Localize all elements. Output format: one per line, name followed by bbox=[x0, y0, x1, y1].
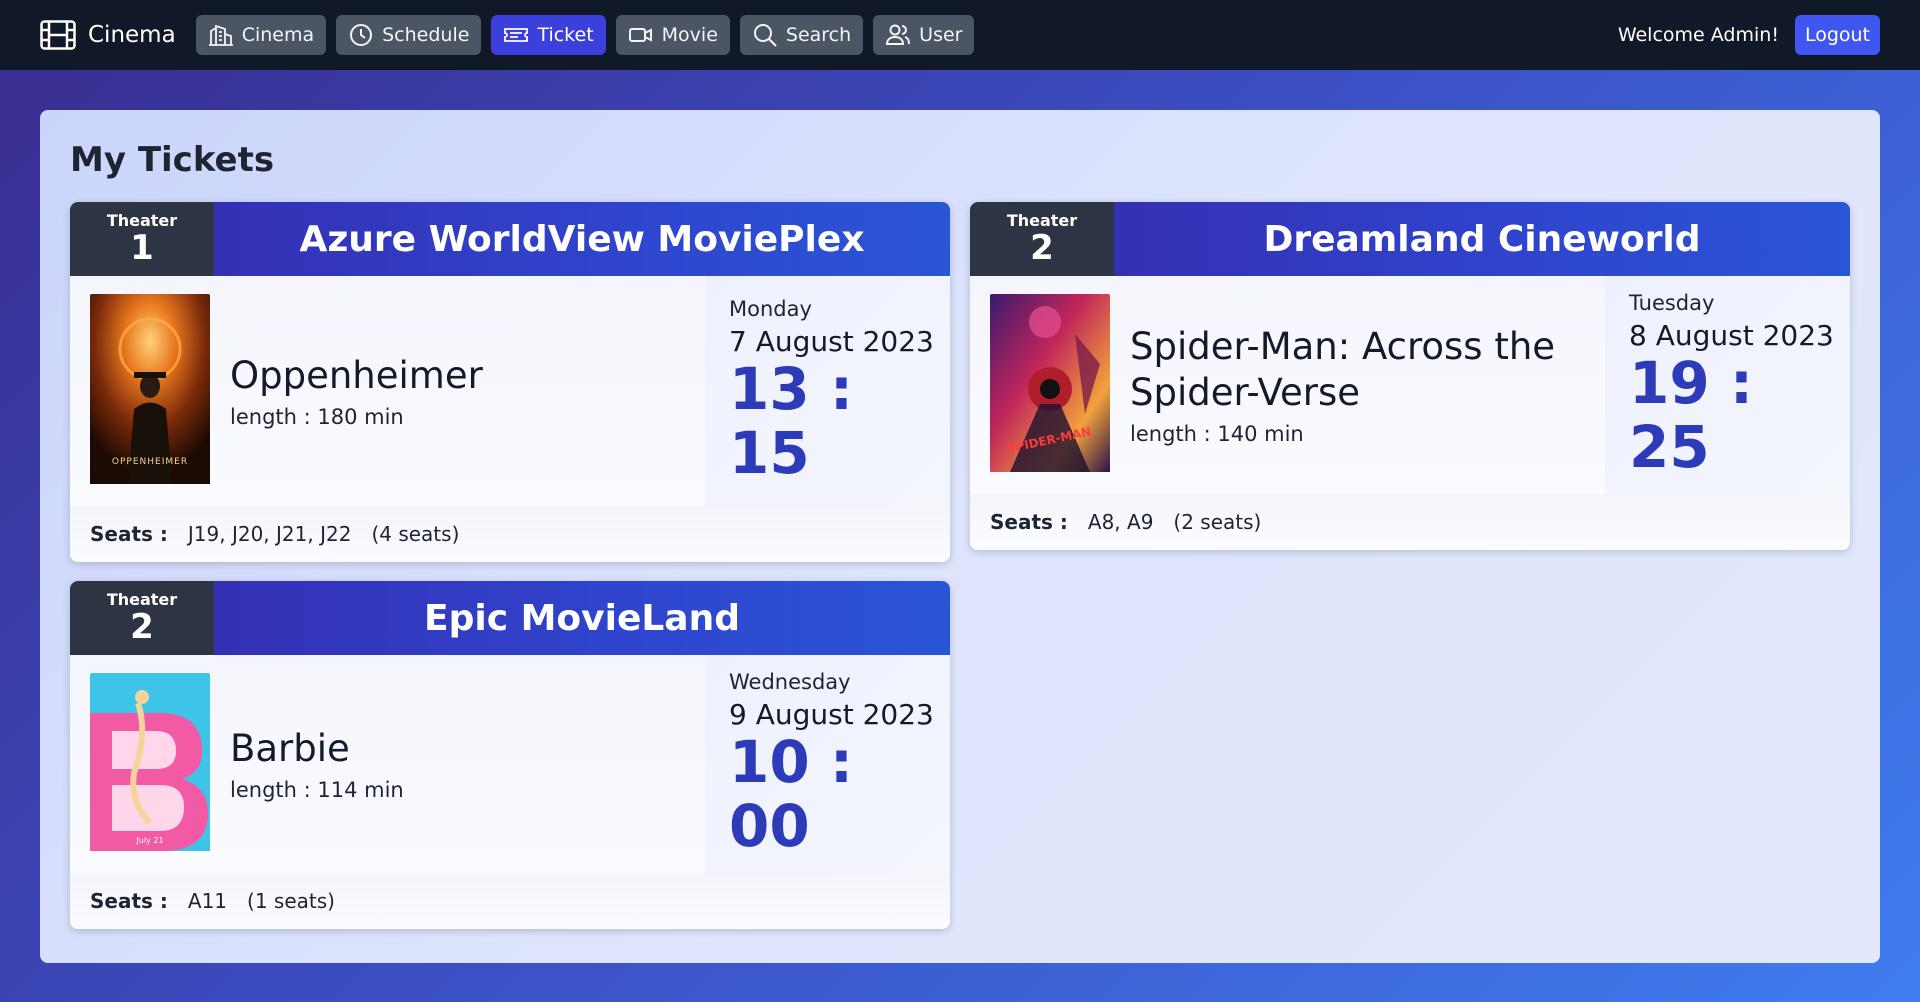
ticket-footer: Seats : J19, J20, J21, J22 (4 seats) bbox=[70, 506, 950, 562]
seats-label: Seats : bbox=[90, 522, 168, 546]
theater-number: 1 bbox=[130, 227, 154, 268]
page-title: My Tickets bbox=[70, 140, 275, 180]
ticket-card[interactable]: Theater 2 Epic MovieLand July 21 Barbie … bbox=[70, 581, 950, 929]
ticket-footer: Seats : A8, A9 (2 seats) bbox=[970, 494, 1850, 550]
show-day: Wednesday bbox=[729, 669, 851, 694]
nav-item-label: Cinema bbox=[241, 24, 315, 46]
movie-poster: SPIDER-MAN bbox=[990, 294, 1110, 476]
movie-poster: OPPENHEIMER bbox=[90, 294, 210, 488]
showtime-box: Wednesday 9 August 2023 10 : 00 bbox=[705, 655, 950, 873]
show-day: Monday bbox=[729, 296, 812, 321]
ticket-header: Theater 1 Azure WorldView MoviePlex bbox=[70, 202, 950, 276]
building-icon bbox=[208, 24, 233, 46]
nav-menu: Cinema Schedule Ticket Movie Search User bbox=[195, 15, 975, 55]
movie-length: length : 140 min bbox=[1130, 422, 1304, 447]
logout-button[interactable]: Logout bbox=[1794, 15, 1880, 55]
users-icon bbox=[886, 24, 911, 45]
theater-box: Theater 2 bbox=[70, 581, 214, 655]
show-date: 9 August 2023 bbox=[729, 697, 934, 731]
nav-right: Welcome Admin! Logout bbox=[1618, 15, 1880, 55]
movie-info: OPPENHEIMER Oppenheimer length : 180 min bbox=[70, 276, 705, 506]
showtime-box: Monday 7 August 2023 13 : 15 bbox=[705, 276, 950, 506]
seat-list: A11 bbox=[187, 889, 228, 913]
seats-label: Seats : bbox=[990, 510, 1068, 534]
ticket-card[interactable]: Theater 2 Dreamland Cineworld SPIDER-MAN… bbox=[970, 202, 1850, 550]
theater-label: Theater bbox=[1006, 210, 1078, 230]
movie-text: Oppenheimer length : 180 min bbox=[230, 353, 483, 429]
movie-length: length : 114 min bbox=[230, 778, 404, 803]
nav-item-label: Search bbox=[785, 24, 852, 46]
movie-info: SPIDER-MAN Spider-Man: Across the Spider… bbox=[970, 276, 1605, 494]
movie-poster: July 21 bbox=[90, 673, 210, 855]
seat-count: (1 seats) bbox=[247, 889, 335, 913]
seat-count: (2 seats) bbox=[1173, 510, 1262, 534]
cinema-name: Epic MovieLand bbox=[214, 581, 950, 655]
show-time: 19 : 25 bbox=[1629, 348, 1754, 481]
movie-title: Spider-Man: Across the Spider-Verse bbox=[1130, 324, 1556, 414]
top-navbar: Cinema Cinema Schedule Ticket Movie Sear… bbox=[0, 0, 1920, 70]
clock-icon bbox=[350, 24, 373, 46]
nav-item-label: Movie bbox=[661, 24, 718, 46]
showtime-box: Tuesday 8 August 2023 19 : 25 bbox=[1605, 276, 1850, 494]
svg-text:OPPENHEIMER: OPPENHEIMER bbox=[112, 457, 188, 467]
nav-item-ticket[interactable]: Ticket bbox=[491, 15, 606, 55]
show-date: 7 August 2023 bbox=[729, 324, 934, 358]
nav-item-schedule[interactable]: Schedule bbox=[336, 15, 482, 55]
theater-number: 2 bbox=[1030, 227, 1054, 268]
nav-item-label: Ticket bbox=[537, 24, 594, 46]
nav-item-movie[interactable]: Movie bbox=[615, 15, 730, 55]
ticket-footer: Seats : A11 (1 seats) bbox=[70, 873, 950, 929]
theater-box: Theater 2 bbox=[970, 202, 1114, 276]
seat-list: J19, J20, J21, J22 bbox=[187, 522, 352, 546]
movie-title: Barbie bbox=[230, 726, 350, 770]
theater-label: Theater bbox=[106, 210, 178, 230]
brand-title: Cinema bbox=[88, 22, 176, 48]
seat-list: A8, A9 bbox=[1087, 510, 1154, 534]
ticket-card[interactable]: Theater 1 Azure WorldView MoviePlex OPPE… bbox=[70, 202, 950, 562]
show-day: Tuesday bbox=[1629, 290, 1715, 315]
theater-number: 2 bbox=[130, 606, 154, 647]
ticket-body: SPIDER-MAN Spider-Man: Across the Spider… bbox=[970, 276, 1850, 494]
theater-label: Theater bbox=[106, 589, 178, 609]
movie-text: Spider-Man: Across the Spider-Verse leng… bbox=[1130, 324, 1570, 447]
brand[interactable]: Cinema bbox=[40, 20, 176, 50]
show-time: 10 : 00 bbox=[729, 727, 854, 860]
welcome-text: Welcome Admin! bbox=[1617, 24, 1779, 46]
movie-text: Barbie length : 114 min bbox=[230, 726, 404, 802]
nav-item-search[interactable]: Search bbox=[739, 15, 864, 55]
ticket-header: Theater 2 Dreamland Cineworld bbox=[970, 202, 1850, 276]
ticket-icon bbox=[504, 28, 529, 42]
film-icon bbox=[40, 20, 76, 50]
movie-info: July 21 Barbie length : 114 min bbox=[70, 655, 705, 873]
movie-length: length : 180 min bbox=[230, 405, 404, 430]
theater-box: Theater 1 bbox=[70, 202, 214, 276]
svg-text:July 21: July 21 bbox=[135, 836, 163, 845]
nav-item-cinema[interactable]: Cinema bbox=[195, 15, 327, 55]
movie-title: Oppenheimer bbox=[230, 353, 483, 397]
search-icon bbox=[753, 24, 777, 47]
cinema-name: Dreamland Cineworld bbox=[1114, 202, 1850, 276]
seat-count: (4 seats) bbox=[371, 522, 460, 546]
show-time: 13 : 15 bbox=[729, 354, 854, 487]
tickets-panel: My Tickets Theater 1 Azure WorldView Mov… bbox=[40, 110, 1880, 963]
nav-item-label: Schedule bbox=[382, 24, 470, 46]
ticket-body: July 21 Barbie length : 114 min Wednesda… bbox=[70, 655, 950, 873]
ticket-header: Theater 2 Epic MovieLand bbox=[70, 581, 950, 655]
nav-item-user[interactable]: User bbox=[873, 15, 975, 55]
seats-label: Seats : bbox=[90, 889, 168, 913]
show-date: 8 August 2023 bbox=[1629, 318, 1834, 352]
nav-item-label: User bbox=[919, 24, 963, 46]
cinema-name: Azure WorldView MoviePlex bbox=[214, 202, 950, 276]
video-camera-icon bbox=[628, 28, 652, 42]
ticket-body: OPPENHEIMER Oppenheimer length : 180 min… bbox=[70, 276, 950, 506]
